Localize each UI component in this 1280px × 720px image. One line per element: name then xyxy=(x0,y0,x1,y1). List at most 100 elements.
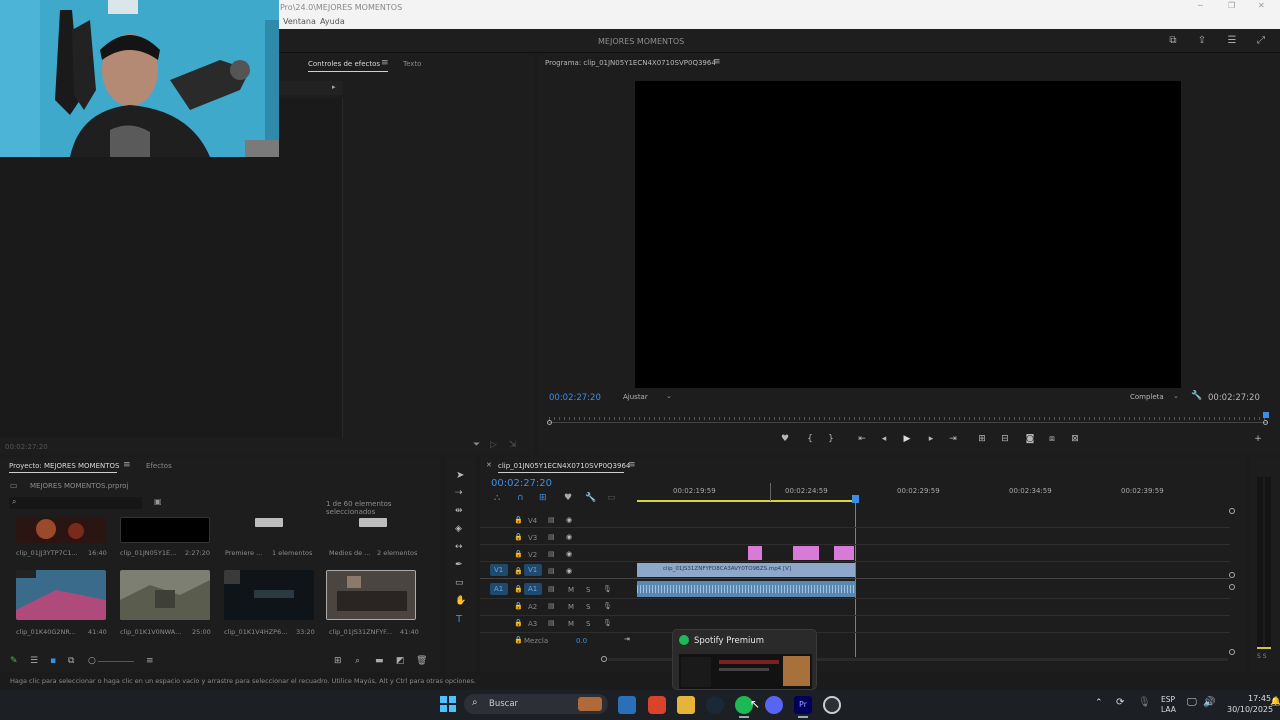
taskbar-search[interactable]: ⌕ Buscar xyxy=(464,694,608,714)
program-menu-icon[interactable]: ≡ xyxy=(713,57,721,67)
mute-button[interactable]: M xyxy=(568,603,574,611)
new-bin-icon[interactable]: ▬ xyxy=(375,656,384,666)
maximize-icon[interactable]: ❐ xyxy=(1228,1,1235,10)
go-to-out-icon[interactable]: ⇥ xyxy=(947,434,959,444)
volume-icon[interactable]: 🔊 xyxy=(1203,697,1215,708)
new-item-icon[interactable]: ◩ xyxy=(396,656,405,666)
selection-tool-icon[interactable]: ➤ xyxy=(456,470,464,481)
freeform-view-icon[interactable]: ⧉ xyxy=(68,656,74,666)
sort-icon[interactable]: ≡ xyxy=(146,656,154,666)
play-icon[interactable]: ▶ xyxy=(901,434,913,444)
icon-view-icon[interactable]: ▪ xyxy=(50,656,56,666)
track-target-a1[interactable]: A1 xyxy=(524,583,542,595)
go-to-in-icon[interactable]: ⇤ xyxy=(856,434,868,444)
lift-icon[interactable]: ⊞ xyxy=(976,434,988,444)
settings-wrench-icon[interactable]: 🔧 xyxy=(585,493,596,503)
scroll-handle[interactable] xyxy=(1229,572,1235,578)
track-select-icon[interactable]: ⇢ xyxy=(455,488,463,498)
mic-icon[interactable]: 🎙 xyxy=(603,602,612,610)
step-forward-icon[interactable]: ▸ xyxy=(925,434,937,444)
fullscreen-icon[interactable]: ⤢ xyxy=(1255,35,1267,46)
tab-effect-controls[interactable]: Controles de efectos xyxy=(308,60,380,68)
add-marker-icon[interactable]: ♥ xyxy=(564,493,572,503)
automate-icon[interactable]: ⊞ xyxy=(334,656,342,666)
steam-icon[interactable] xyxy=(706,696,724,714)
export-frame-icon[interactable]: ⧉ xyxy=(1167,35,1179,46)
lock-icon[interactable]: 🔒 xyxy=(514,585,523,593)
step-back-icon[interactable]: ◂ xyxy=(878,434,890,444)
eye-icon[interactable]: ◉ xyxy=(566,533,572,541)
filter-icon[interactable]: ⏷ xyxy=(473,440,480,450)
chevron-up-icon[interactable]: ⌃ xyxy=(1095,698,1103,708)
zoom-slider[interactable] xyxy=(98,661,134,662)
solo-button[interactable]: S xyxy=(586,620,590,628)
list-view-icon[interactable]: ☰ xyxy=(30,656,38,666)
sync-icon[interactable]: ▤ xyxy=(548,533,555,541)
eye-icon[interactable]: ◉ xyxy=(566,516,572,524)
sync-icon[interactable]: ▤ xyxy=(548,585,555,593)
compare-icon[interactable]: ⧈ xyxy=(1046,434,1058,444)
slip-icon[interactable]: ↔ xyxy=(455,542,463,552)
playhead-handle[interactable] xyxy=(852,495,859,503)
export-icon[interactable]: ⇲ xyxy=(509,440,517,450)
lock-icon[interactable]: 🔒 xyxy=(514,533,523,541)
lock-icon[interactable]: 🔒 xyxy=(514,619,523,627)
camera-icon[interactable]: ◙ xyxy=(1024,434,1036,444)
discord-icon[interactable] xyxy=(765,696,783,714)
menu-ayuda[interactable]: Ayuda xyxy=(320,17,345,26)
extract-icon[interactable]: ⊟ xyxy=(999,434,1011,444)
thumb-clip-1[interactable] xyxy=(16,517,106,543)
lock-icon[interactable]: 🔒 xyxy=(514,516,523,524)
mark-in-icon[interactable]: { xyxy=(804,434,816,444)
app-icon[interactable] xyxy=(823,696,841,714)
graphic-clip[interactable] xyxy=(834,546,854,560)
captions-icon[interactable]: ▭ xyxy=(607,493,616,503)
eye-icon[interactable]: ◉ xyxy=(566,550,572,558)
mic-tray-icon[interactable]: 🎙 xyxy=(1138,697,1151,708)
lock-icon[interactable]: 🔒 xyxy=(514,550,523,558)
video-clip[interactable]: clip_01JS31ZNFYFD8CA3AVY0TO9BZS.mp4 [V] xyxy=(637,563,855,577)
tab-effects[interactable]: Efectos xyxy=(146,462,172,470)
menu-icon[interactable]: ☰ xyxy=(1226,35,1238,46)
graphic-clip[interactable] xyxy=(748,546,762,560)
source-patch-a1[interactable]: A1 xyxy=(490,583,508,595)
marker-icon[interactable]: ♥ xyxy=(779,434,791,444)
lock-icon[interactable]: 🔒 xyxy=(514,567,523,575)
ripple-edit-icon[interactable]: ⇹ xyxy=(455,506,463,516)
scroll-handle-left[interactable] xyxy=(601,656,607,662)
network-icon[interactable]: 🖵 xyxy=(1187,697,1197,708)
add-button-icon[interactable]: + xyxy=(1252,434,1264,444)
pen-icon[interactable]: ✒ xyxy=(455,560,463,570)
expand-icon[interactable]: ▸ xyxy=(332,83,336,91)
sync-icon[interactable]: ▤ xyxy=(548,619,555,627)
spotify-preview[interactable]: Spotify Premium xyxy=(672,629,817,690)
linked-selection-icon[interactable]: ⊞ xyxy=(539,493,547,503)
mix-jump-icon[interactable]: ⇥ xyxy=(624,635,630,643)
fit-dropdown[interactable]: Ajustar ⌄ xyxy=(621,390,676,403)
wrench-icon[interactable]: 🔧 xyxy=(1191,391,1202,401)
sync-icon[interactable]: ▤ xyxy=(548,567,555,575)
bin-icon[interactable] xyxy=(255,518,283,527)
vr-icon[interactable]: ⊠ xyxy=(1069,434,1081,444)
scroll-handle[interactable] xyxy=(1229,649,1235,655)
hand-icon[interactable]: ✋ xyxy=(455,596,466,606)
sync-icon[interactable]: ▤ xyxy=(548,602,555,610)
panel-menu-icon[interactable]: ≡ xyxy=(381,58,389,68)
windows-start-icon[interactable] xyxy=(439,695,457,713)
tab-project[interactable]: Proyecto: MEJORES MOMENTOS xyxy=(9,462,119,470)
zoom-icon[interactable]: ○ xyxy=(88,656,96,666)
source-patch-v1[interactable]: V1 xyxy=(490,564,508,576)
sync-tray-icon[interactable]: ⟳ xyxy=(1116,697,1124,708)
mute-button[interactable]: M xyxy=(568,620,574,628)
mute-button[interactable]: M xyxy=(568,586,574,594)
find-icon[interactable]: ⌕ xyxy=(355,656,360,666)
premiere-pro-icon[interactable]: Pr xyxy=(794,696,812,714)
audio-clip[interactable] xyxy=(637,581,855,597)
notification-icon[interactable]: 🔔 xyxy=(1270,697,1280,707)
thumb-clip-6[interactable] xyxy=(120,570,210,620)
new-bin-icon[interactable]: ▣ xyxy=(154,497,162,506)
mix-value[interactable]: 0.0 xyxy=(576,637,587,645)
thumb-clip-7[interactable] xyxy=(224,570,314,620)
timeline-menu-icon[interactable]: ≡ xyxy=(628,460,636,470)
timeline-timecode[interactable]: 00:02:27:20 xyxy=(491,478,552,489)
